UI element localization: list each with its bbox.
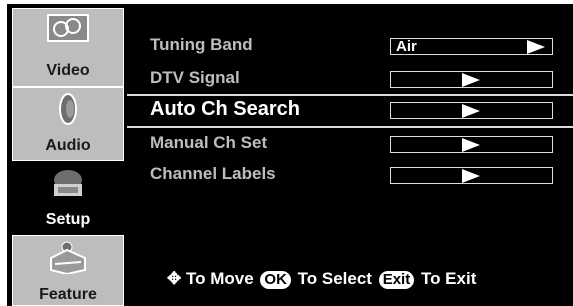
menu-item-manual-ch-set[interactable]: Manual Ch Set [127,129,573,159]
tab-audio[interactable]: Audio [12,87,124,161]
move-arrows-icon: ✥ [167,269,182,288]
tab-audio-label: Audio [45,137,91,154]
right-arrow-icon [462,104,480,118]
menu-item-tuning-band[interactable]: Tuning Band Air [127,31,573,61]
menu-item-label: Channel Labels [150,164,276,183]
tab-video-label: Video [46,62,90,79]
menu-item-label: Auto Ch Search [150,98,301,120]
tab-setup-label: Setup [45,211,91,228]
help-bar: ✥ To Move OK To Select Exit To Exit [167,269,476,289]
exit-hint: To Exit [420,269,477,288]
menu-item-label: Manual Ch Set [150,133,268,152]
right-arrow-icon [462,169,480,183]
dtv-signal-selector[interactable] [390,71,553,88]
right-arrow-icon [462,73,480,87]
menu-item-auto-ch-search[interactable]: Auto Ch Search [127,94,573,128]
sidebar: Video Audio Setup Feature [7,4,124,306]
channel-labels-selector[interactable] [390,167,553,184]
osd-menu: Video Audio Setup Feature Tuning Band Ai… [7,4,573,306]
video-icon [47,14,89,42]
menu-item-channel-labels[interactable]: Channel Labels [127,160,573,190]
select-hint: To Select [297,269,372,288]
menu-item-label: Tuning Band [150,35,253,54]
auto-ch-search-selector[interactable] [390,102,553,119]
tuning-band-selector[interactable]: Air [390,38,553,55]
right-arrow-icon [462,138,480,152]
move-hint: To Move [185,269,254,288]
tab-video[interactable]: Video [12,8,124,87]
setup-menu: Tuning Band Air DTV Signal Auto Ch Searc… [127,4,573,306]
speaker-icon [59,93,77,125]
ok-button-icon: OK [260,271,291,289]
manual-ch-set-selector[interactable] [390,136,553,153]
tab-feature-label: Feature [39,286,97,303]
menu-item-label: DTV Signal [150,68,240,87]
tab-setup[interactable]: Setup [12,161,124,235]
tuning-band-value: Air [396,38,417,55]
right-arrow-icon [527,40,545,54]
setup-icon [54,170,82,196]
tab-feature[interactable]: Feature [12,235,124,306]
feature-icon [50,241,86,274]
exit-button-icon: Exit [378,271,415,289]
menu-item-dtv-signal[interactable]: DTV Signal [127,64,573,94]
